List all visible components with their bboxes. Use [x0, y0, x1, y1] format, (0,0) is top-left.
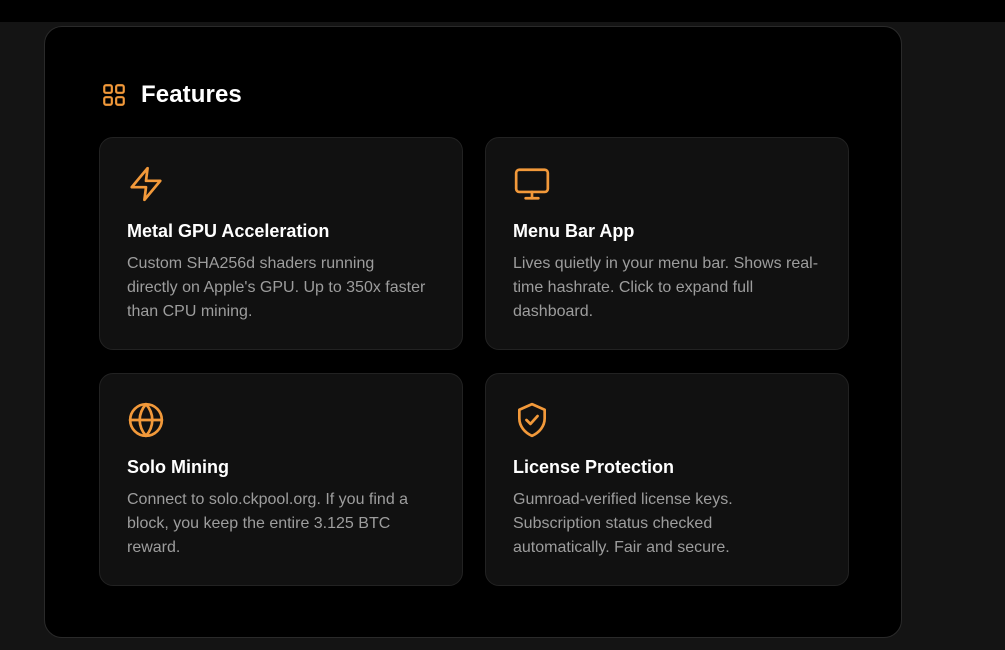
feature-description-line: Lives quietly in your menu bar. Shows re… [513, 255, 819, 272]
feature-title: Metal GPU Acceleration [127, 221, 330, 241]
monitor-icon [514, 168, 550, 200]
feature-description-line: automatically. Fair and secure. [513, 539, 730, 556]
lightning-bolt-icon [130, 166, 162, 202]
feature-title: Solo Mining [127, 457, 229, 477]
section-header: Features [101, 81, 242, 109]
feature-description: Custom SHA256d shaders running directly … [127, 252, 445, 324]
feature-title: License Protection [513, 457, 675, 477]
feature-description-line: directly on Apple's GPU. Up to 350x fast… [127, 279, 426, 296]
grid-icon [103, 84, 125, 106]
globe-icon [128, 402, 164, 438]
feature-card-menu-bar-app: Menu Bar App Lives quietly in your menu … [485, 137, 849, 350]
feature-description-line: Connect to solo.ckpool.org. If you find … [127, 491, 409, 508]
feature-description-line: reward. [127, 539, 181, 556]
feature-description: Lives quietly in your menu bar. Shows re… [513, 252, 831, 324]
feature-description-line: Gumroad-verified license keys. [513, 491, 733, 508]
feature-description-line: time hashrate. Click to expand full [513, 279, 754, 296]
feature-description: Connect to solo.ckpool.org. If you find … [127, 488, 445, 560]
feature-card-gpu-acceleration: Metal GPU Acceleration Custom SHA256d sh… [99, 137, 463, 350]
features-panel: Features Metal GPU Acceleration Custom S… [44, 26, 902, 638]
feature-description: Gumroad-verified license keys. Subscript… [513, 488, 831, 560]
feature-description-line: than CPU mining. [127, 303, 253, 320]
top-bar [0, 0, 1005, 22]
feature-description-line: dashboard. [513, 303, 594, 320]
section-title: Features [141, 81, 242, 108]
feature-description-line: block, you keep the entire 3.125 BTC [127, 515, 391, 532]
feature-title: Menu Bar App [513, 221, 635, 241]
feature-description-line: Custom SHA256d shaders running [127, 255, 375, 272]
feature-description-line: Subscription status checked [513, 515, 713, 532]
shield-check-icon [517, 402, 547, 438]
feature-card-solo-mining: Solo Mining Connect to solo.ckpool.org. … [99, 373, 463, 586]
feature-card-license-protection: License Protection Gumroad-verified lice… [485, 373, 849, 586]
